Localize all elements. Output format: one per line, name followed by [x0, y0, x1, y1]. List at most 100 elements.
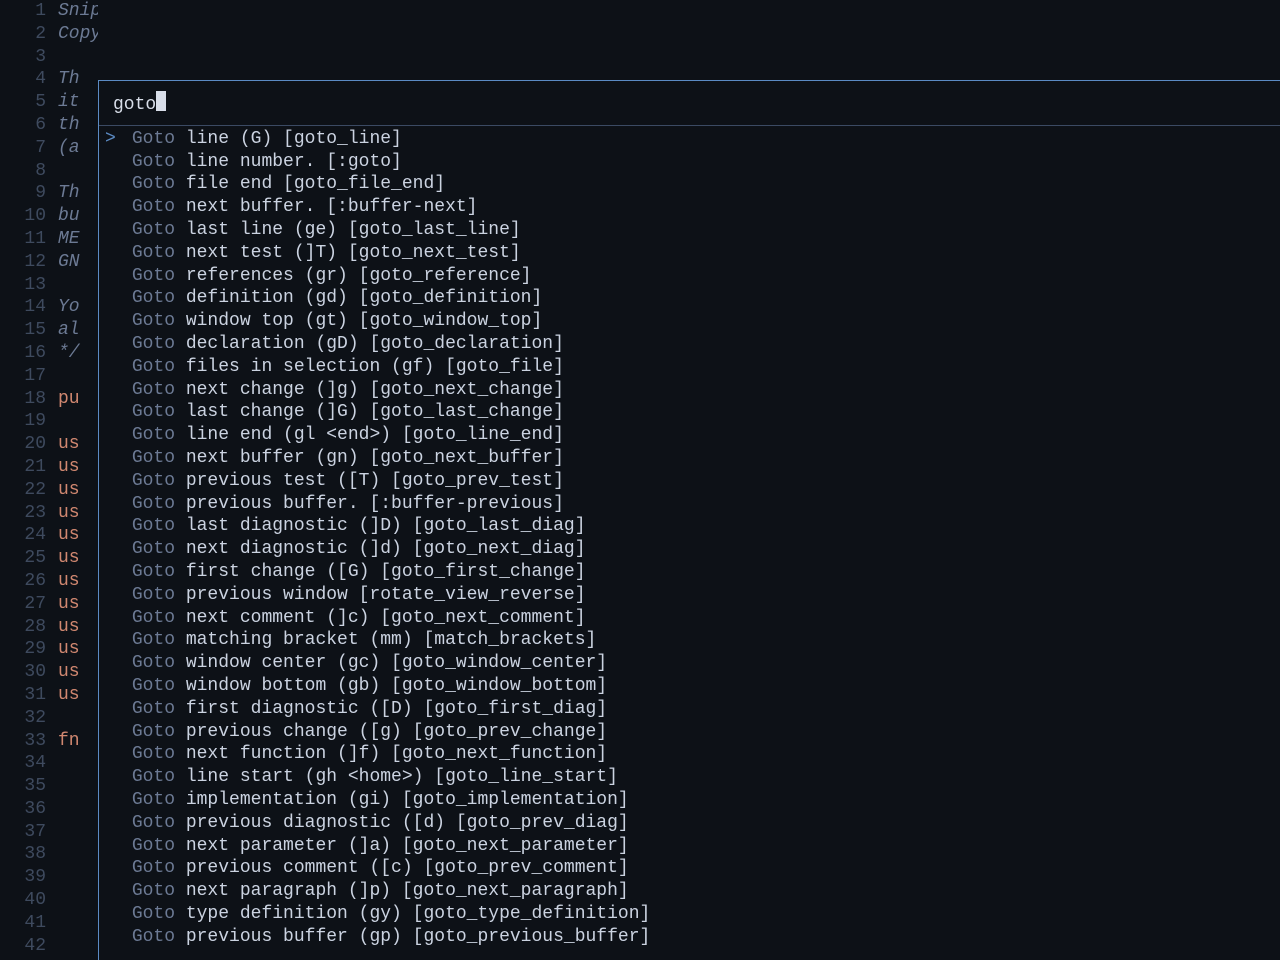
selection-marker-icon: [105, 493, 121, 516]
result-label: next test (]T) [goto_next_test]: [186, 243, 521, 263]
result-prefix: Goto: [132, 357, 186, 377]
result-label: next buffer. [:buffer-next]: [186, 197, 478, 217]
selection-marker-icon: [105, 424, 121, 447]
command-result-item[interactable]: Goto next function (]f) [goto_next_funct…: [99, 743, 1280, 766]
selection-marker-icon: [105, 743, 121, 766]
command-result-item[interactable]: Goto first change ([G) [goto_first_chang…: [99, 561, 1280, 584]
command-result-item[interactable]: Goto next buffer. [:buffer-next]: [99, 196, 1280, 219]
selection-marker-icon: [105, 401, 121, 424]
code-line: us: [58, 456, 98, 479]
code-line: Snip - a personal information storage an…: [58, 0, 98, 23]
line-number: 12: [0, 251, 46, 274]
line-number: 7: [0, 137, 46, 160]
selection-marker-icon: [105, 379, 121, 402]
command-result-item[interactable]: Goto previous buffer (gp) [goto_previous…: [99, 926, 1280, 949]
command-result-item[interactable]: > Goto line (G) [goto_line]: [99, 128, 1280, 151]
line-number: 18: [0, 388, 46, 411]
selection-marker-icon: [105, 333, 121, 356]
selection-marker-icon: [105, 470, 121, 493]
line-number: 34: [0, 752, 46, 775]
result-prefix: Goto: [132, 858, 186, 878]
code-line: us: [58, 593, 98, 616]
command-result-item[interactable]: Goto previous buffer. [:buffer-previous]: [99, 493, 1280, 516]
command-search-input[interactable]: goto: [99, 81, 1280, 126]
command-result-item[interactable]: Goto declaration (gD) [goto_declaration]: [99, 333, 1280, 356]
line-number: 15: [0, 319, 46, 342]
code-line: us: [58, 524, 98, 547]
command-result-item[interactable]: Goto type definition (gy) [goto_type_def…: [99, 903, 1280, 926]
code-line: Copyright (C) 2023, Ryan Frishkorn: [58, 23, 98, 46]
command-result-item[interactable]: Goto previous comment ([c) [goto_prev_co…: [99, 857, 1280, 880]
selection-marker-icon: [105, 857, 121, 880]
line-number: 33: [0, 730, 46, 753]
code-line: us: [58, 433, 98, 456]
result-prefix: Goto: [132, 197, 186, 217]
code-line: [58, 365, 98, 388]
selection-marker-icon: [105, 766, 121, 789]
result-label: first diagnostic ([D) [goto_first_diag]: [186, 699, 607, 719]
selection-marker-icon: [105, 789, 121, 812]
line-number: 37: [0, 821, 46, 844]
command-result-item[interactable]: Goto references (gr) [goto_reference]: [99, 265, 1280, 288]
code-line: us: [58, 570, 98, 593]
command-result-item[interactable]: Goto next change (]g) [goto_next_change]: [99, 379, 1280, 402]
line-number: 17: [0, 365, 46, 388]
code-line: it: [58, 91, 98, 114]
command-result-item[interactable]: Goto file end [goto_file_end]: [99, 173, 1280, 196]
command-result-item[interactable]: Goto next test (]T) [goto_next_test]: [99, 242, 1280, 265]
line-number: 14: [0, 296, 46, 319]
command-result-item[interactable]: Goto next parameter (]a) [goto_next_para…: [99, 835, 1280, 858]
command-result-item[interactable]: Goto files in selection (gf) [goto_file]: [99, 356, 1280, 379]
command-result-item[interactable]: Goto previous diagnostic ([d) [goto_prev…: [99, 812, 1280, 835]
code-line: [58, 274, 98, 297]
command-result-item[interactable]: Goto line end (gl <end>) [goto_line_end]: [99, 424, 1280, 447]
result-prefix: Goto: [132, 676, 186, 696]
result-label: implementation (gi) [goto_implementation…: [186, 790, 629, 810]
result-label: previous change ([g) [goto_prev_change]: [186, 722, 607, 742]
code-line: bu: [58, 205, 98, 228]
line-number: 13: [0, 274, 46, 297]
command-result-item[interactable]: Goto next diagnostic (]d) [goto_next_dia…: [99, 538, 1280, 561]
command-result-item[interactable]: Goto line start (gh <home>) [goto_line_s…: [99, 766, 1280, 789]
result-label: definition (gd) [goto_definition]: [186, 288, 542, 308]
result-label: next change (]g) [goto_next_change]: [186, 380, 564, 400]
result-prefix: Goto: [132, 425, 186, 445]
result-label: references (gr) [goto_reference]: [186, 266, 532, 286]
line-number: 28: [0, 616, 46, 639]
code-line: ME: [58, 228, 98, 251]
command-result-item[interactable]: Goto last line (ge) [goto_last_line]: [99, 219, 1280, 242]
result-prefix: Goto: [132, 266, 186, 286]
command-result-item[interactable]: Goto definition (gd) [goto_definition]: [99, 287, 1280, 310]
command-result-item[interactable]: Goto previous change ([g) [goto_prev_cha…: [99, 721, 1280, 744]
command-palette: goto > Goto line (G) [goto_line] Goto li…: [98, 80, 1280, 960]
code-line: [58, 821, 98, 844]
command-result-item[interactable]: Goto next paragraph (]p) [goto_next_para…: [99, 880, 1280, 903]
result-prefix: Goto: [132, 585, 186, 605]
result-prefix: Goto: [132, 402, 186, 422]
code-line: [58, 889, 98, 912]
command-result-item[interactable]: Goto previous test ([T) [goto_prev_test]: [99, 470, 1280, 493]
line-number: 25: [0, 547, 46, 570]
command-result-item[interactable]: Goto window bottom (gb) [goto_window_bot…: [99, 675, 1280, 698]
result-label: next paragraph (]p) [goto_next_paragraph…: [186, 881, 629, 901]
result-prefix: Goto: [132, 174, 186, 194]
code-line: us: [58, 479, 98, 502]
selection-marker-icon: [105, 607, 121, 630]
result-label: declaration (gD) [goto_declaration]: [186, 334, 564, 354]
command-result-item[interactable]: Goto last change (]G) [goto_last_change]: [99, 401, 1280, 424]
command-result-item[interactable]: Goto window top (gt) [goto_window_top]: [99, 310, 1280, 333]
code-line: [58, 843, 98, 866]
command-result-item[interactable]: Goto implementation (gi) [goto_implement…: [99, 789, 1280, 812]
command-result-item[interactable]: Goto first diagnostic ([D) [goto_first_d…: [99, 698, 1280, 721]
selection-marker-icon: [105, 584, 121, 607]
result-label: previous buffer. [:buffer-previous]: [186, 494, 564, 514]
command-result-item[interactable]: Goto next comment (]c) [goto_next_commen…: [99, 607, 1280, 630]
command-result-item[interactable]: Goto last diagnostic (]D) [goto_last_dia…: [99, 515, 1280, 538]
command-result-item[interactable]: Goto line number. [:goto]: [99, 151, 1280, 174]
command-result-item[interactable]: Goto window center (gc) [goto_window_cen…: [99, 652, 1280, 675]
command-result-item[interactable]: Goto next buffer (gn) [goto_next_buffer]: [99, 447, 1280, 470]
command-result-item[interactable]: Goto matching bracket (mm) [match_bracke…: [99, 629, 1280, 652]
selection-marker-icon: [105, 173, 121, 196]
command-result-item[interactable]: Goto previous window [rotate_view_revers…: [99, 584, 1280, 607]
command-result-list[interactable]: > Goto line (G) [goto_line] Goto line nu…: [99, 126, 1280, 949]
